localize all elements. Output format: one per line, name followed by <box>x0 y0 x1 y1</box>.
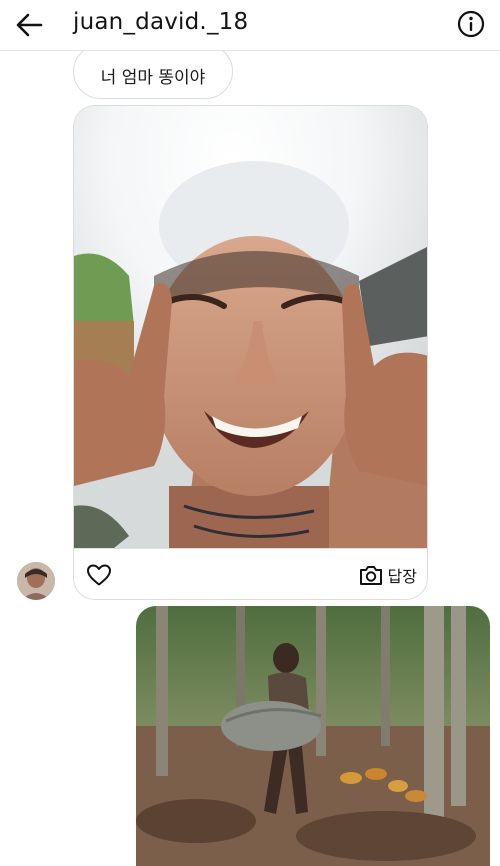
selfie-photo[interactable] <box>74 106 428 548</box>
forest-photo[interactable] <box>136 606 490 866</box>
sender-avatar[interactable] <box>17 562 55 600</box>
sent-photo-message[interactable] <box>136 606 490 866</box>
info-icon[interactable] <box>457 10 485 38</box>
received-photo-message[interactable]: 답장 <box>73 105 428 600</box>
message-bubble-text[interactable]: 너 엄마 똥이야 <box>73 44 233 99</box>
photo-actions-bar: 답장 <box>74 548 427 599</box>
heart-icon[interactable] <box>86 563 112 587</box>
reply-label: 답장 <box>387 567 417 586</box>
back-arrow-icon[interactable] <box>14 11 44 39</box>
chat-header: juan_david._18 <box>0 0 500 51</box>
reply-button[interactable]: 답장 <box>358 561 417 589</box>
message-text: 너 엄마 똥이야 <box>100 68 206 88</box>
chat-title[interactable]: juan_david._18 <box>73 9 248 35</box>
camera-icon <box>359 566 382 585</box>
